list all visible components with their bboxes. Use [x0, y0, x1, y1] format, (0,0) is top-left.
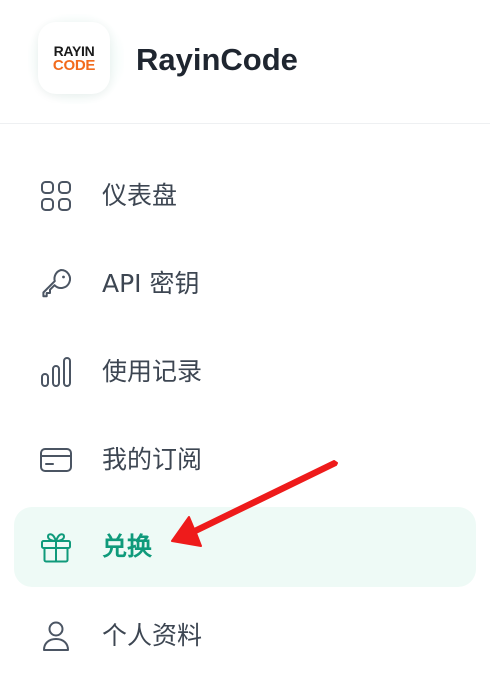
sidebar-item-usage[interactable]: 使用记录 — [14, 332, 476, 412]
sidebar-item-label: 兑换 — [102, 532, 153, 561]
sidebar-item-redeem[interactable]: 兑换 — [14, 507, 476, 587]
logo-text-bottom: CODE — [52, 56, 96, 74]
sidebar-item-subscriptions[interactable]: 我的订阅 — [14, 420, 476, 500]
sidebar-item-dashboard[interactable]: 仪表盘 — [14, 156, 476, 236]
app-name: RayinCode — [136, 42, 298, 77]
app-logo[interactable]: RAYIN CODE — [38, 22, 110, 94]
sidebar-item-api-keys[interactable]: API 密钥 — [14, 244, 476, 324]
sidebar: RAYIN CODE RayinCode 仪表盘 API 密钥 使用记录 我的订… — [0, 0, 490, 692]
key-icon — [38, 266, 74, 302]
sidebar-item-label: 个人资料 — [102, 621, 203, 650]
dashboard-grid-icon — [38, 178, 74, 214]
sidebar-item-profile[interactable]: 个人资料 — [14, 596, 476, 676]
sidebar-item-label: 使用记录 — [102, 357, 203, 386]
sidebar-item-label: API 密钥 — [102, 269, 200, 298]
sidebar-item-label: 我的订阅 — [102, 445, 203, 474]
credit-card-icon — [38, 442, 74, 478]
sidebar-item-label: 仪表盘 — [102, 181, 178, 210]
logo-text-top: RAYIN — [53, 42, 95, 59]
user-icon — [38, 618, 74, 654]
bar-chart-icon — [38, 354, 74, 390]
gift-icon — [38, 529, 74, 565]
brand-header: RAYIN CODE RayinCode — [0, 0, 490, 124]
